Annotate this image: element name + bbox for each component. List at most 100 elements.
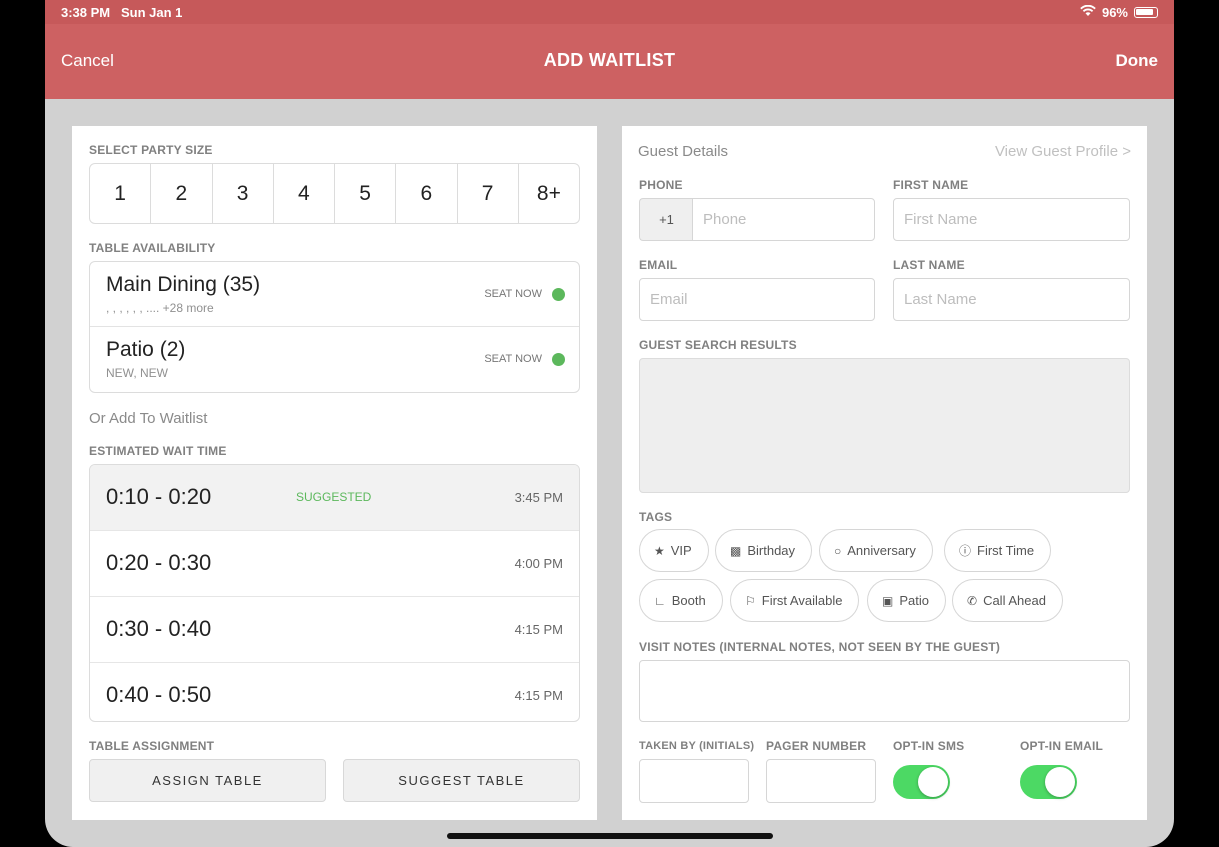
guest-details-title: Guest Details <box>638 143 729 160</box>
tag-label: Anniversary <box>847 543 916 558</box>
email-input[interactable] <box>639 278 875 321</box>
tag-label: Patio <box>899 593 929 608</box>
phone-input[interactable] <box>692 198 875 241</box>
view-guest-profile-link[interactable]: View Guest Profile > <box>995 143 1131 160</box>
balloon-icon: ○ <box>834 543 842 558</box>
last-name-input[interactable] <box>893 278 1130 321</box>
table-assignment-label: TABLE ASSIGNMENT <box>89 739 215 753</box>
pager-number-input[interactable] <box>766 759 876 803</box>
cake-icon: ▩ <box>730 543 742 558</box>
status-right: 96% <box>1080 4 1158 20</box>
wait-range: 0:20 - 0:30 <box>106 550 212 575</box>
wait-range: 0:40 - 0:50 <box>106 682 212 707</box>
tag-first-time[interactable]: ⓘ First Time <box>944 529 1052 572</box>
home-indicator[interactable] <box>447 833 773 839</box>
waitlist-options-card: SELECT PARTY SIZE 1 2 3 4 5 6 7 8+ TABLE… <box>72 126 597 820</box>
area-name: Main Dining (35) <box>106 273 261 296</box>
battery-percent: 96% <box>1101 5 1128 20</box>
area-tables: NEW, NEW <box>106 366 168 380</box>
tag-label: VIP <box>670 543 692 558</box>
wifi-icon <box>1080 4 1096 20</box>
guest-details-card: Guest Details View Guest Profile > PHONE… <box>622 126 1147 820</box>
page-title: ADD WAITLIST <box>543 50 676 70</box>
area-row-main-dining[interactable]: Main Dining (35) , , , , , , .... +28 mo… <box>90 262 579 327</box>
visit-notes-input[interactable] <box>639 660 1130 722</box>
party-size-7[interactable]: 7 <box>458 164 519 223</box>
tag-anniversary[interactable]: ○ Anniversary <box>819 529 933 572</box>
wait-option[interactable]: 0:10 - 0:20 SUGGESTED 3:45 PM <box>90 465 579 531</box>
done-button[interactable]: Done <box>1116 51 1159 71</box>
opt-in-email-toggle[interactable] <box>1020 765 1077 799</box>
wait-eta: 3:45 PM <box>514 490 563 505</box>
suggested-badge: SUGGESTED <box>296 490 372 504</box>
flag-icon: ⚐ <box>745 593 756 608</box>
status-bar: 3:38 PM Sun Jan 1 96% <box>45 0 1174 24</box>
tag-patio[interactable]: ▣ Patio <box>867 579 946 622</box>
wait-time-label: ESTIMATED WAIT TIME <box>89 444 227 458</box>
tag-birthday[interactable]: ▩ Birthday <box>715 529 813 572</box>
wait-range: 0:10 - 0:20 <box>106 484 212 509</box>
available-dot-icon <box>552 353 565 366</box>
party-size-6[interactable]: 6 <box>396 164 458 223</box>
opt-in-email-label: OPT-IN EMAIL <box>1020 739 1104 753</box>
tag-booth[interactable]: ∟ Booth <box>639 579 723 622</box>
wait-eta: 4:15 PM <box>514 688 563 703</box>
phone-icon: ✆ <box>967 593 978 608</box>
first-name-label: FIRST NAME <box>893 178 969 192</box>
wait-eta: 4:15 PM <box>514 622 563 637</box>
taken-by-input[interactable] <box>639 759 749 803</box>
party-size-label: SELECT PARTY SIZE <box>89 143 213 157</box>
area-name: Patio (2) <box>106 338 186 361</box>
seat-now-label: SEAT NOW <box>484 353 542 365</box>
tag-label: Call Ahead <box>983 593 1046 608</box>
star-icon: ★ <box>654 543 665 558</box>
battery-icon <box>1134 7 1158 18</box>
guest-search-results-label: GUEST SEARCH RESULTS <box>639 338 797 352</box>
area-row-patio[interactable]: Patio (2) NEW, NEW SEAT NOW <box>90 327 579 392</box>
wait-option[interactable]: 0:40 - 0:50 4:15 PM <box>90 663 579 721</box>
suggest-table-button[interactable]: SUGGEST TABLE <box>343 759 580 802</box>
party-size-selector: 1 2 3 4 5 6 7 8+ <box>89 163 580 224</box>
party-size-8-plus[interactable]: 8+ <box>519 164 579 223</box>
tag-label: Birthday <box>747 543 796 558</box>
wait-option[interactable]: 0:20 - 0:30 4:00 PM <box>90 531 579 597</box>
seat-now-label: SEAT NOW <box>484 288 542 300</box>
country-code-prefix[interactable]: +1 <box>639 198 693 241</box>
wait-time-list: 0:10 - 0:20 SUGGESTED 3:45 PM 0:20 - 0:3… <box>89 464 580 722</box>
assign-table-button[interactable]: ASSIGN TABLE <box>89 759 326 802</box>
tag-vip[interactable]: ★ VIP <box>639 529 709 572</box>
last-name-label: LAST NAME <box>893 258 965 272</box>
party-size-5[interactable]: 5 <box>335 164 397 223</box>
taken-by-label: TAKEN BY (INITIALS) <box>639 740 755 752</box>
visit-notes-label: VISIT NOTES (INTERNAL NOTES, NOT SEEN BY… <box>639 640 1001 654</box>
patio-icon: ▣ <box>882 593 894 608</box>
guest-search-results <box>639 358 1130 493</box>
tag-call-ahead[interactable]: ✆ Call Ahead <box>952 579 1063 622</box>
tag-label: First Time <box>977 543 1035 558</box>
tag-first-available[interactable]: ⚐ First Available <box>730 579 860 622</box>
area-tables: , , , , , , .... +28 more <box>106 301 214 315</box>
opt-in-sms-toggle[interactable] <box>893 765 950 799</box>
tags-label: TAGS <box>639 510 673 524</box>
party-size-3[interactable]: 3 <box>213 164 274 223</box>
opt-in-sms-label: OPT-IN SMS <box>893 739 965 753</box>
pager-number-label: PAGER NUMBER <box>766 739 867 753</box>
table-availability-list: Main Dining (35) , , , , , , .... +28 mo… <box>89 261 580 393</box>
party-size-1[interactable]: 1 <box>90 164 152 223</box>
booth-icon: ∟ <box>654 593 666 608</box>
email-label: EMAIL <box>639 258 678 272</box>
nav-bar: Cancel ADD WAITLIST Done <box>45 24 1174 99</box>
wait-range: 0:30 - 0:40 <box>106 616 212 641</box>
tag-label: First Available <box>761 593 843 608</box>
or-add-waitlist-label: Or Add To Waitlist <box>89 410 208 427</box>
info-icon: ⓘ <box>959 544 972 558</box>
wait-eta: 4:00 PM <box>514 556 563 571</box>
table-availability-label: TABLE AVAILABILITY <box>89 241 216 255</box>
device-screen: 3:38 PM Sun Jan 1 96% Cancel ADD WAITLIS… <box>45 0 1174 847</box>
first-name-input[interactable] <box>893 198 1130 241</box>
party-size-2[interactable]: 2 <box>151 164 213 223</box>
tag-label: Booth <box>671 593 706 608</box>
wait-option[interactable]: 0:30 - 0:40 4:15 PM <box>90 597 579 663</box>
party-size-4[interactable]: 4 <box>274 164 335 223</box>
available-dot-icon <box>552 288 565 301</box>
